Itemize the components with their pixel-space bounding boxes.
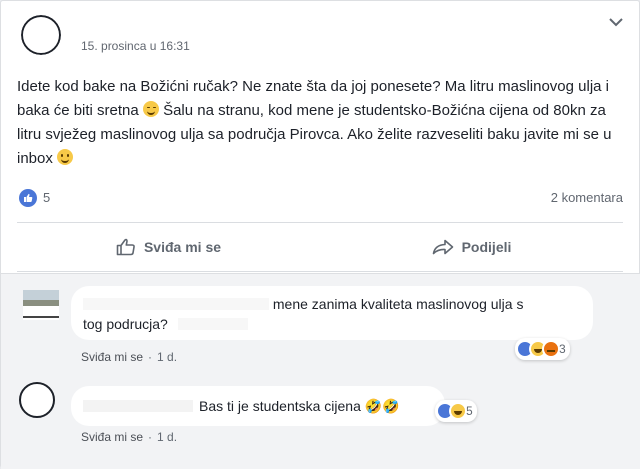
comment-reactions[interactable]: 5 xyxy=(435,400,477,422)
comment-bubble: Bas ti je studentska cijena 🤣🤣 xyxy=(71,386,445,426)
comments-count-link[interactable]: 2 komentara xyxy=(551,190,623,205)
comment-like-link[interactable]: Sviđa mi se xyxy=(81,350,143,364)
post-text: Idete kod bake na Božićni ručak? Ne znat… xyxy=(17,75,617,171)
post-header: 15. prosinca u 16:31 xyxy=(17,13,623,57)
reactions-summary: 5 2 komentara xyxy=(17,187,623,207)
share-button[interactable]: Podijeli xyxy=(320,223,623,271)
post-card: 15. prosinca u 16:31 Idete kod bake na B… xyxy=(0,0,640,469)
reaction-count: 5 xyxy=(466,404,473,418)
redacted-name xyxy=(83,298,269,310)
comment-age[interactable]: 1 d. xyxy=(157,350,177,364)
like-button[interactable]: Sviđa mi se xyxy=(17,223,320,271)
angry-reaction-icon xyxy=(542,340,560,358)
comment-meta: Sviđa mi se · 1 d. xyxy=(81,350,178,364)
comment-text: Bas ti je studentska cijena 🤣🤣 xyxy=(199,398,400,414)
comment-text: mene zanima kvaliteta maslinovog ulja s xyxy=(272,296,524,312)
like-reaction-icon[interactable] xyxy=(19,189,37,207)
comment-text-line2: tog podrucja? xyxy=(83,316,172,332)
author-avatar[interactable] xyxy=(21,15,61,55)
post-timestamp[interactable]: 15. prosinca u 16:31 xyxy=(81,39,190,53)
reaction-count: 3 xyxy=(559,342,566,356)
comment-age[interactable]: 1 d. xyxy=(157,430,177,444)
comment-reactions[interactable]: 3 xyxy=(515,338,570,360)
like-button-label: Sviđa mi se xyxy=(143,239,222,255)
chevron-down-icon[interactable] xyxy=(609,17,623,27)
share-button-label: Podijeli xyxy=(461,239,512,255)
commenter-avatar[interactable] xyxy=(23,290,59,320)
comments-section: mene zanima kvaliteta maslinovog ulja s … xyxy=(1,273,640,469)
post-actions: Sviđa mi se Podijeli xyxy=(17,222,623,272)
thumbs-up-icon xyxy=(116,238,135,256)
haha-reaction-icon xyxy=(449,402,467,420)
comment-bubble: mene zanima kvaliteta maslinovog ulja s … xyxy=(71,286,593,340)
like-count[interactable]: 5 xyxy=(43,190,50,205)
smile-emoji-icon xyxy=(57,149,74,165)
wink-emoji-icon xyxy=(142,101,159,117)
comment-like-link[interactable]: Sviđa mi se xyxy=(81,430,143,444)
share-arrow-icon xyxy=(432,239,453,255)
redacted-text xyxy=(177,318,248,330)
redacted-name xyxy=(83,400,193,412)
comment-meta: Sviđa mi se · 1 d. xyxy=(81,430,178,444)
commenter-avatar[interactable] xyxy=(19,382,55,418)
